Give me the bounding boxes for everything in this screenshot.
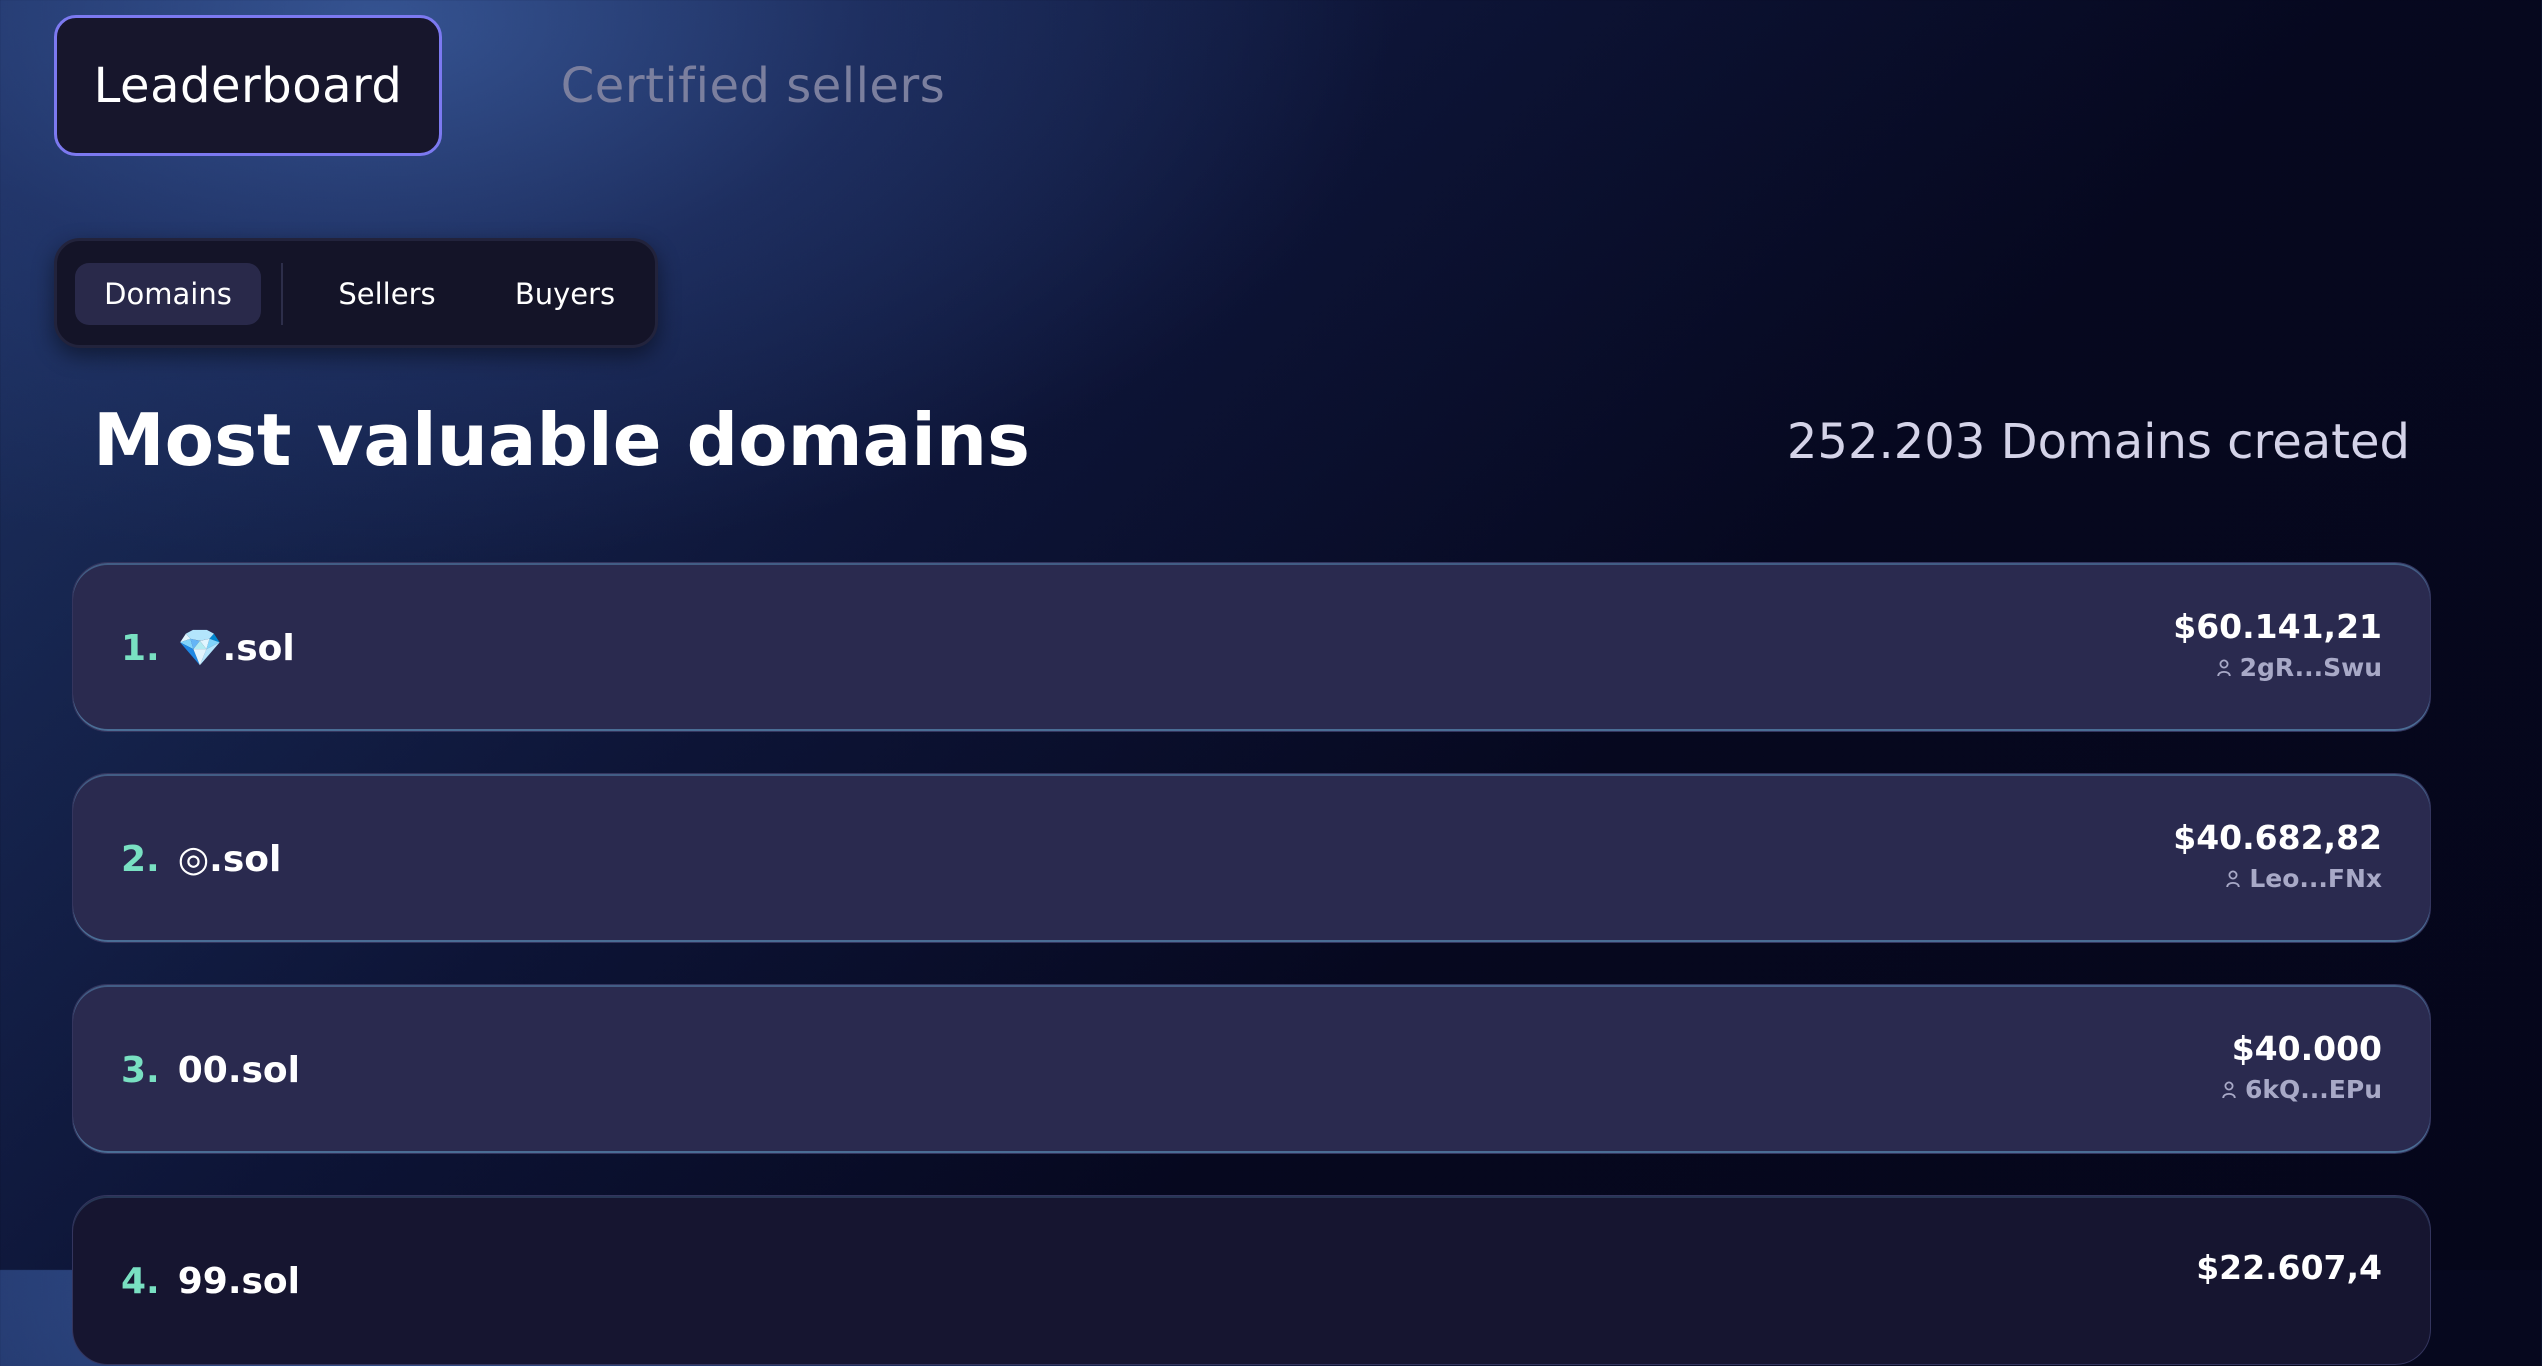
domain-row-right: $22.607,4 bbox=[2196, 1248, 2382, 1288]
domain-price: $22.607,4 bbox=[2196, 1248, 2382, 1287]
domain-price: $60.141,21 bbox=[2173, 607, 2382, 646]
tab-certified-sellers[interactable]: Certified sellers bbox=[548, 15, 958, 156]
domain-row-left: 4. 99.sol bbox=[121, 1196, 300, 1366]
leaderboard-category-switch: Domains Sellers Buyers bbox=[54, 238, 658, 348]
segment-domains[interactable]: Domains bbox=[75, 263, 261, 325]
domain-name[interactable]: 💎.sol bbox=[178, 627, 295, 669]
tab-leaderboard[interactable]: Leaderboard bbox=[54, 15, 442, 156]
domain-owner-address: 6kQ...EPu bbox=[2245, 1075, 2382, 1104]
domain-owner-address: 2gR...Swu bbox=[2239, 653, 2382, 682]
domain-row-3[interactable]: 3. 00.sol $40.000 6kQ...EPu bbox=[72, 984, 2431, 1154]
domain-rank: 1. bbox=[121, 627, 160, 669]
domain-owner[interactable]: Leo...FNx bbox=[2173, 864, 2382, 894]
domain-row-left: 1. 💎.sol bbox=[121, 563, 295, 733]
domain-owner[interactable]: 2gR...Swu bbox=[2173, 653, 2382, 683]
domain-row-left: 3. 00.sol bbox=[121, 985, 300, 1155]
segment-buyers[interactable]: Buyers bbox=[485, 263, 645, 325]
domain-row-4[interactable]: 4. 99.sol $22.607,4 bbox=[72, 1195, 2431, 1365]
domain-row-right: $40.000 6kQ...EPu bbox=[2222, 1029, 2382, 1105]
page-title: Most valuable domains bbox=[93, 398, 1031, 482]
tab-leaderboard-label: Leaderboard bbox=[93, 57, 403, 114]
domain-row-1[interactable]: 1. 💎.sol $60.141,21 2gR...Swu bbox=[72, 562, 2431, 732]
domain-price: $40.000 bbox=[2231, 1029, 2382, 1068]
domain-owner[interactable]: 6kQ...EPu bbox=[2222, 1075, 2382, 1105]
segment-divider bbox=[281, 263, 283, 325]
domains-created-count: 252.203 Domains created bbox=[1786, 414, 2410, 470]
domain-price: $40.682,82 bbox=[2173, 818, 2382, 857]
user-icon bbox=[2226, 870, 2241, 888]
domain-name[interactable]: 99.sol bbox=[178, 1261, 300, 1302]
domain-row-left: 2. ◎.sol bbox=[121, 774, 281, 944]
domain-name[interactable]: 00.sol bbox=[178, 1050, 300, 1091]
domain-owner-address: Leo...FNx bbox=[2249, 864, 2382, 893]
user-icon bbox=[2222, 1081, 2236, 1099]
user-icon bbox=[2216, 659, 2231, 677]
domain-rank: 2. bbox=[121, 838, 160, 880]
domain-name[interactable]: ◎.sol bbox=[178, 839, 282, 880]
segment-sellers[interactable]: Sellers bbox=[307, 263, 467, 325]
tab-certified-sellers-label: Certified sellers bbox=[560, 57, 946, 114]
domain-row-right: $40.682,82 Leo...FNx bbox=[2173, 818, 2382, 894]
domain-row-right: $60.141,21 2gR...Swu bbox=[2173, 607, 2382, 683]
domain-row-2[interactable]: 2. ◎.sol $40.682,82 Leo...FNx bbox=[72, 773, 2431, 943]
domain-rank: 3. bbox=[121, 1049, 160, 1091]
domain-rank: 4. bbox=[121, 1260, 160, 1302]
